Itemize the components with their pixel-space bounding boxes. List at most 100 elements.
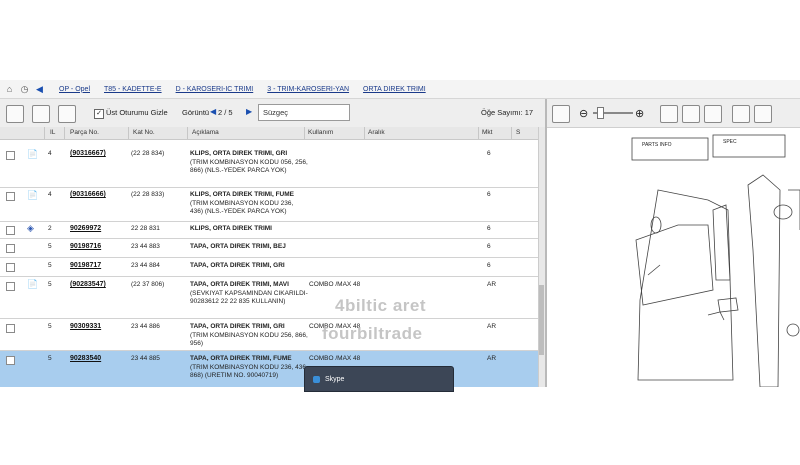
header-description[interactable]: Açıklama [192, 129, 219, 136]
row-checkbox[interactable] [6, 356, 15, 365]
row-cat-no: 22 28 831 [131, 225, 160, 232]
row-description: TAPA, ORTA DIREK TRIMI, FUME (TRIM KOMBIN… [190, 355, 308, 381]
row-il: 5 [48, 243, 52, 250]
list-scrollbar-thumb[interactable] [539, 285, 544, 355]
print-diagram-icon[interactable] [732, 105, 750, 123]
row-part-no[interactable]: 90198716 [70, 243, 101, 250]
zoom-out-icon[interactable]: ⊖ [579, 107, 588, 120]
back-arrow-icon[interactable]: ◀ [34, 84, 45, 95]
row-part-no[interactable]: (90316666) [70, 191, 106, 198]
row-part-no[interactable]: (90316667) [70, 150, 106, 157]
next-page-icon[interactable]: ▶ [246, 107, 252, 116]
row-desc-title: TAPA, ORTA DIREK TRIMI, FUME [190, 355, 292, 362]
row-description: TAPA, ORTA DIREK TRIMI, MAVI (SEVKIYAT KA… [190, 281, 308, 307]
row-desc-detail: (SEVKIYAT KAPSAMINDAN CIKARILDI-90283612… [190, 289, 308, 306]
pane-splitter[interactable] [545, 99, 547, 387]
row-qty: 6 [487, 243, 491, 250]
parts-diagram[interactable]: PARTS INFO SPEC [548, 130, 800, 388]
table-row[interactable]: 📄 5 (90283547) (22 37 806) TAPA, ORTA DI… [0, 277, 540, 319]
row-description: KLIPS, ORTA DIREK TRIMI, FUME (TRIM KOMBI… [190, 191, 308, 217]
row-usage: COMBO /MAX 48 [309, 281, 361, 288]
table-row[interactable]: 5 90198716 23 44 883 TAPA, ORTA DIREK TR… [0, 239, 540, 258]
preview-icon[interactable] [58, 105, 76, 123]
row-checkbox[interactable] [6, 263, 15, 272]
row-description: KLIPS, ORTA DIREK TRIMI, GRI (TRIM KOMBIN… [190, 150, 308, 176]
row-part-no[interactable]: 90269972 [70, 225, 101, 232]
row-qty: 6 [487, 191, 491, 198]
zoom-slider-handle[interactable] [597, 107, 604, 119]
diagram-illustration: PARTS INFO SPEC [631, 134, 800, 388]
rotate-icon[interactable] [704, 105, 722, 123]
breadcrumb-item-opel[interactable]: OP - Opel [59, 86, 90, 93]
row-description: TAPA, ORTA DIREK TRIMI, GRI [190, 262, 308, 271]
row-desc-detail: (TRIM KOMBINASYON KODU 236, 436, 868) (U… [190, 363, 308, 380]
row-checkbox[interactable] [6, 226, 15, 235]
prev-page-icon[interactable]: ◀ [210, 107, 216, 116]
svg-text:PARTS INFO: PARTS INFO [642, 142, 672, 148]
zoom-in-icon[interactable]: ⊕ [635, 107, 644, 120]
row-il: 5 [48, 281, 52, 288]
breadcrumb-item-subgroup[interactable]: 3 - TRIM-KAROSERI-YAN [267, 86, 349, 93]
row-il: 5 [48, 355, 52, 362]
history-icon[interactable]: ◷ [19, 84, 30, 95]
row-desc-title: TAPA, ORTA DIREK TRIMI, GRI [190, 323, 285, 330]
skype-notification[interactable]: Skype [304, 366, 454, 392]
export-icon[interactable] [754, 105, 772, 123]
home-icon[interactable]: ⌂ [4, 84, 15, 95]
row-checkbox[interactable] [6, 244, 15, 253]
row-qty: 6 [487, 150, 491, 157]
diagram-toolbar: ⊖ ⊕ [547, 99, 800, 128]
row-desc-detail: (TRIM KOMBINASYON KODU 236, 436) (NLS.-Y… [190, 199, 294, 216]
table-row[interactable]: 5 90309331 23 44 886 TAPA, ORTA DIREK TR… [0, 319, 540, 351]
hide-session-checkbox[interactable]: ✓ [94, 109, 104, 119]
row-qty: 6 [487, 225, 491, 232]
row-checkbox[interactable] [6, 282, 15, 291]
row-checkbox[interactable] [6, 192, 15, 201]
row-usage: COMBO /MAX 48 [309, 355, 361, 362]
header-part-no[interactable]: Parça No. [70, 129, 99, 136]
pan-icon[interactable] [660, 105, 678, 123]
row-cat-no: 23 44 884 [131, 262, 160, 269]
table-row[interactable]: 5 90198717 23 44 884 TAPA, ORTA DIREK TR… [0, 258, 540, 277]
table-row[interactable]: 📄 4 (90316666) (22 28 833) KLIPS, ORTA D… [0, 188, 540, 222]
filter-input[interactable]: Süzgeç [258, 104, 350, 121]
fit-page-icon[interactable] [552, 105, 570, 123]
header-s[interactable]: S [516, 129, 520, 136]
table-row[interactable]: ◈ 2 90269972 22 28 831 KLIPS, ORTA DIREK… [0, 222, 540, 239]
row-il: 4 [48, 191, 52, 198]
row-il: 2 [48, 225, 52, 232]
row-desc-detail: (TRIM KOMBINASYON KODU 256, 866, 956) [190, 331, 308, 348]
watermark-line1: 4biltic aret [335, 296, 427, 315]
table-row[interactable]: 📄 4 (90316667) (22 28 834) KLIPS, ORTA D… [0, 147, 540, 188]
notepad-icon[interactable] [6, 105, 24, 123]
parts-toolbar: ✓ Üst Oturumu Gizle Görüntü ◀ 2 / 5 ▶ Sü… [0, 99, 545, 128]
row-part-no[interactable]: 90309331 [70, 323, 101, 330]
row-qty: AR [487, 355, 497, 362]
table-row-selected[interactable]: 5 90283540 23 44 885 TAPA, ORTA DIREK TR… [0, 351, 540, 388]
breadcrumb-item-model[interactable]: T85 - KADETTE-E [104, 86, 162, 93]
print-icon[interactable] [32, 105, 50, 123]
header-usage[interactable]: Kullanım [308, 129, 333, 136]
breadcrumb-item-current[interactable]: ORTA DIREK TRIMI [363, 86, 426, 93]
header-cat-no[interactable]: Kat No. [133, 129, 155, 136]
breadcrumb-item-group[interactable]: D - KAROSERI-IC TRIMI [176, 86, 254, 93]
info-badge-icon[interactable]: ◈ [27, 223, 34, 234]
filter-placeholder: Süzgeç [263, 108, 289, 117]
hide-session-label: Üst Oturumu Gizle [106, 108, 168, 117]
row-checkbox[interactable] [6, 324, 15, 333]
row-il: 5 [48, 323, 52, 330]
row-checkbox[interactable] [6, 151, 15, 160]
note-icon[interactable]: 📄 [27, 279, 38, 290]
row-part-no[interactable]: (90283547) [70, 281, 106, 288]
svg-text:SPEC: SPEC [723, 139, 737, 145]
row-part-no[interactable]: 90198717 [70, 262, 101, 269]
header-range[interactable]: Aralık [368, 129, 385, 136]
note-icon[interactable]: 📄 [27, 190, 38, 201]
row-desc-title: KLIPS, ORTA DIREK TRIMI, GRI [190, 150, 288, 157]
header-il[interactable]: IL [50, 129, 55, 136]
row-description: TAPA, ORTA DIREK TRIMI, GRI (TRIM KOMBINA… [190, 323, 308, 349]
zoom-area-icon[interactable] [682, 105, 700, 123]
note-icon[interactable]: 📄 [27, 149, 38, 160]
row-part-no[interactable]: 90283540 [70, 355, 101, 362]
header-qty[interactable]: Mkt [482, 129, 492, 136]
